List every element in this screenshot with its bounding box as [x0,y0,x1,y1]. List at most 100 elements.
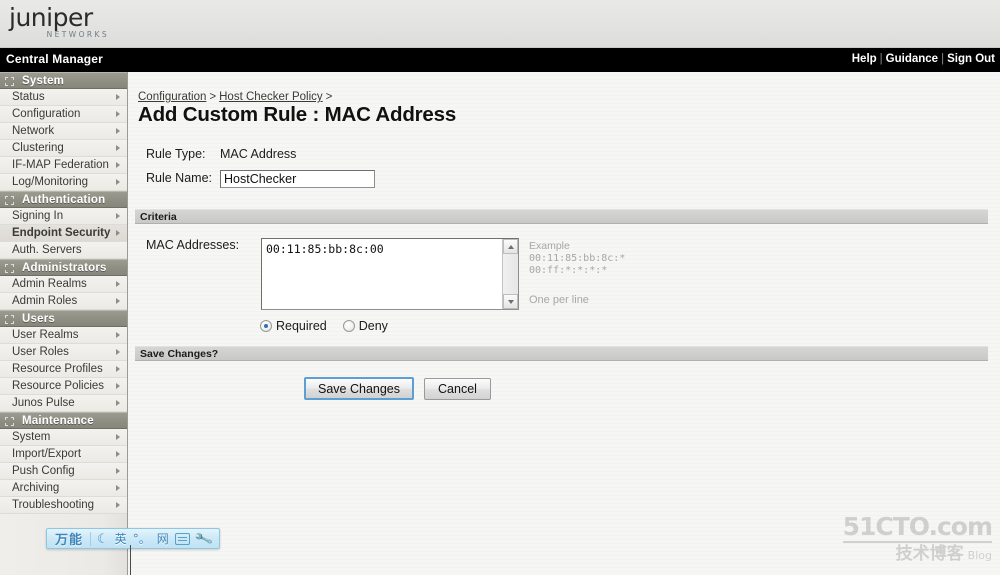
sidebar-item-resource-policies[interactable]: Resource Policies [0,378,127,395]
chevron-up-icon [508,245,514,249]
collapse-toggle-icon[interactable] [5,417,14,426]
cancel-button[interactable]: Cancel [424,377,491,400]
rule-name-row: Rule Name: [146,170,375,188]
help-link[interactable]: Help [852,53,877,65]
sidebar-item-if-map-federation[interactable]: IF-MAP Federation [0,157,127,174]
sidebar-item-resource-profiles[interactable]: Resource Profiles [0,361,127,378]
nav-section-authentication[interactable]: Authentication [0,191,127,208]
example-line-2: 00:ff:*:*:*:* [529,265,608,276]
collapse-toggle-icon[interactable] [5,196,14,205]
chevron-right-icon [116,94,120,100]
radio-required[interactable] [260,320,272,332]
brand-header: juniper NETWORKS [0,0,1000,48]
keyboard-icon[interactable] [174,532,190,545]
sidebar-item-junos-pulse[interactable]: Junos Pulse [0,395,127,412]
collapse-toggle-icon[interactable] [5,77,14,86]
scroll-down-button[interactable] [503,294,518,309]
mac-addresses-value: 00:11:85:bb:8c:00 [266,242,384,256]
sidebar-item-log-monitoring[interactable]: Log/Monitoring [0,174,127,191]
nav-section-label: Authentication [22,194,106,206]
page-title: Add Custom Rule : MAC Address [138,103,457,126]
sidebar-item-network[interactable]: Network [0,123,127,140]
sidebar-item-label: Junos Pulse [12,397,75,409]
collapse-toggle-icon[interactable] [5,315,14,324]
radio-required-label: Required [276,319,327,333]
textarea-scrollbar[interactable] [502,239,518,309]
sidebar-item-system[interactable]: System [0,429,127,446]
wrench-icon[interactable]: 🔧 [191,527,217,550]
sidebar-item-user-roles[interactable]: User Roles [0,344,127,361]
nav-section-system[interactable]: System [0,72,127,89]
chevron-right-icon [116,230,120,236]
sidebar-item-label: Push Config [12,465,75,477]
sidebar-item-archiving[interactable]: Archiving [0,480,127,497]
example-line-1: 00:11:85:bb:8c:* [529,252,626,264]
rule-name-input[interactable] [220,170,375,188]
nav-section-administrators[interactable]: Administrators [0,259,127,276]
radio-deny[interactable] [342,320,355,332]
chevron-down-icon [508,300,514,304]
chevron-right-icon [116,383,120,389]
central-manager-bar: Central Manager Help | Guidance | Sign Out [0,48,1000,72]
moon-icon[interactable]: ☾ [94,531,112,547]
sidebar-item-import-export[interactable]: Import/Export [0,446,127,463]
sidebar-item-label: System [12,431,51,443]
sidebar-item-endpoint-security[interactable]: Endpoint Security [0,225,127,242]
guidance-link[interactable]: Guidance [886,53,938,65]
rule-type-row: Rule Type: MAC Address [146,147,296,161]
sidebar-item-push-config[interactable]: Push Config [0,463,127,480]
collapse-toggle-icon[interactable] [5,264,14,273]
sidebar-item-auth-servers[interactable]: Auth. Servers [0,242,127,259]
example-title: Example [529,240,570,252]
sidebar-item-label: Admin Realms [12,278,87,290]
ime-network-button[interactable]: 网 [154,530,172,548]
nav-section-label: Users [22,313,55,325]
ime-toolbar[interactable]: 万能 ☾ 英 °。 网 🔧 [46,528,220,549]
mac-addresses-label: MAC Addresses: [146,238,240,252]
nav-section-label: Maintenance [22,415,94,427]
sidebar-item-label: Log/Monitoring [12,176,89,188]
mac-addresses-textarea[interactable]: 00:11:85:bb:8c:00 [261,238,519,310]
chevron-right-icon [116,468,120,474]
ime-punctuation-toggle[interactable]: °。 [130,530,154,548]
sidebar-item-configuration[interactable]: Configuration [0,106,127,123]
chevron-right-icon [116,451,120,457]
save-section-header: Save Changes? [135,346,988,361]
rule-type-label: Rule Type: [146,147,206,161]
sidebar-item-signing-in[interactable]: Signing In [0,208,127,225]
sidebar-item-admin-roles[interactable]: Admin Roles [0,293,127,310]
save-changes-button[interactable]: Save Changes [304,377,415,400]
sidebar-item-admin-realms[interactable]: Admin Realms [0,276,127,293]
sidebar-item-clustering[interactable]: Clustering [0,140,127,157]
nav-section-label: System [22,75,65,87]
example-hint: Example 00:11:85:bb:8c:* 00:ff:*:*:*:* [529,240,625,278]
breadcrumb-separator: > [209,91,217,103]
nav-section-maintenance[interactable]: Maintenance [0,412,127,429]
logo-wordmark: juniper [9,3,93,32]
ime-language-toggle[interactable]: 英 [112,530,130,548]
breadcrumb-host-checker-policy[interactable]: Host Checker Policy [219,91,323,103]
sidebar-item-troubleshooting[interactable]: Troubleshooting [0,497,127,514]
nav-section-users[interactable]: Users [0,310,127,327]
sidebar-item-label: User Roles [12,346,69,358]
one-per-line-hint: One per line [529,294,589,306]
sidebar-item-user-realms[interactable]: User Realms [0,327,127,344]
sidebar-item-label: Clustering [12,142,64,154]
text-caret [130,545,131,575]
sidebar-item-label: IF-MAP Federation [12,159,109,171]
link-separator: | [879,53,883,65]
header-links: Help | Guidance | Sign Out [852,53,995,65]
chevron-right-icon [116,349,120,355]
rule-name-label: Rule Name: [146,171,212,186]
chevron-right-icon [116,298,120,304]
scroll-up-button[interactable] [503,239,518,254]
breadcrumb-configuration[interactable]: Configuration [138,91,206,103]
app-title: Central Manager [6,52,104,66]
sidebar-item-status[interactable]: Status [0,89,127,106]
breadcrumb: Configuration > Host Checker Policy > [138,91,335,103]
ime-logo[interactable]: 万能 [51,529,87,548]
rule-type-value: MAC Address [220,147,297,161]
sign-out-link[interactable]: Sign Out [947,53,995,65]
sidebar-item-label: Network [12,125,55,137]
sidebar-item-label: Import/Export [12,448,82,460]
